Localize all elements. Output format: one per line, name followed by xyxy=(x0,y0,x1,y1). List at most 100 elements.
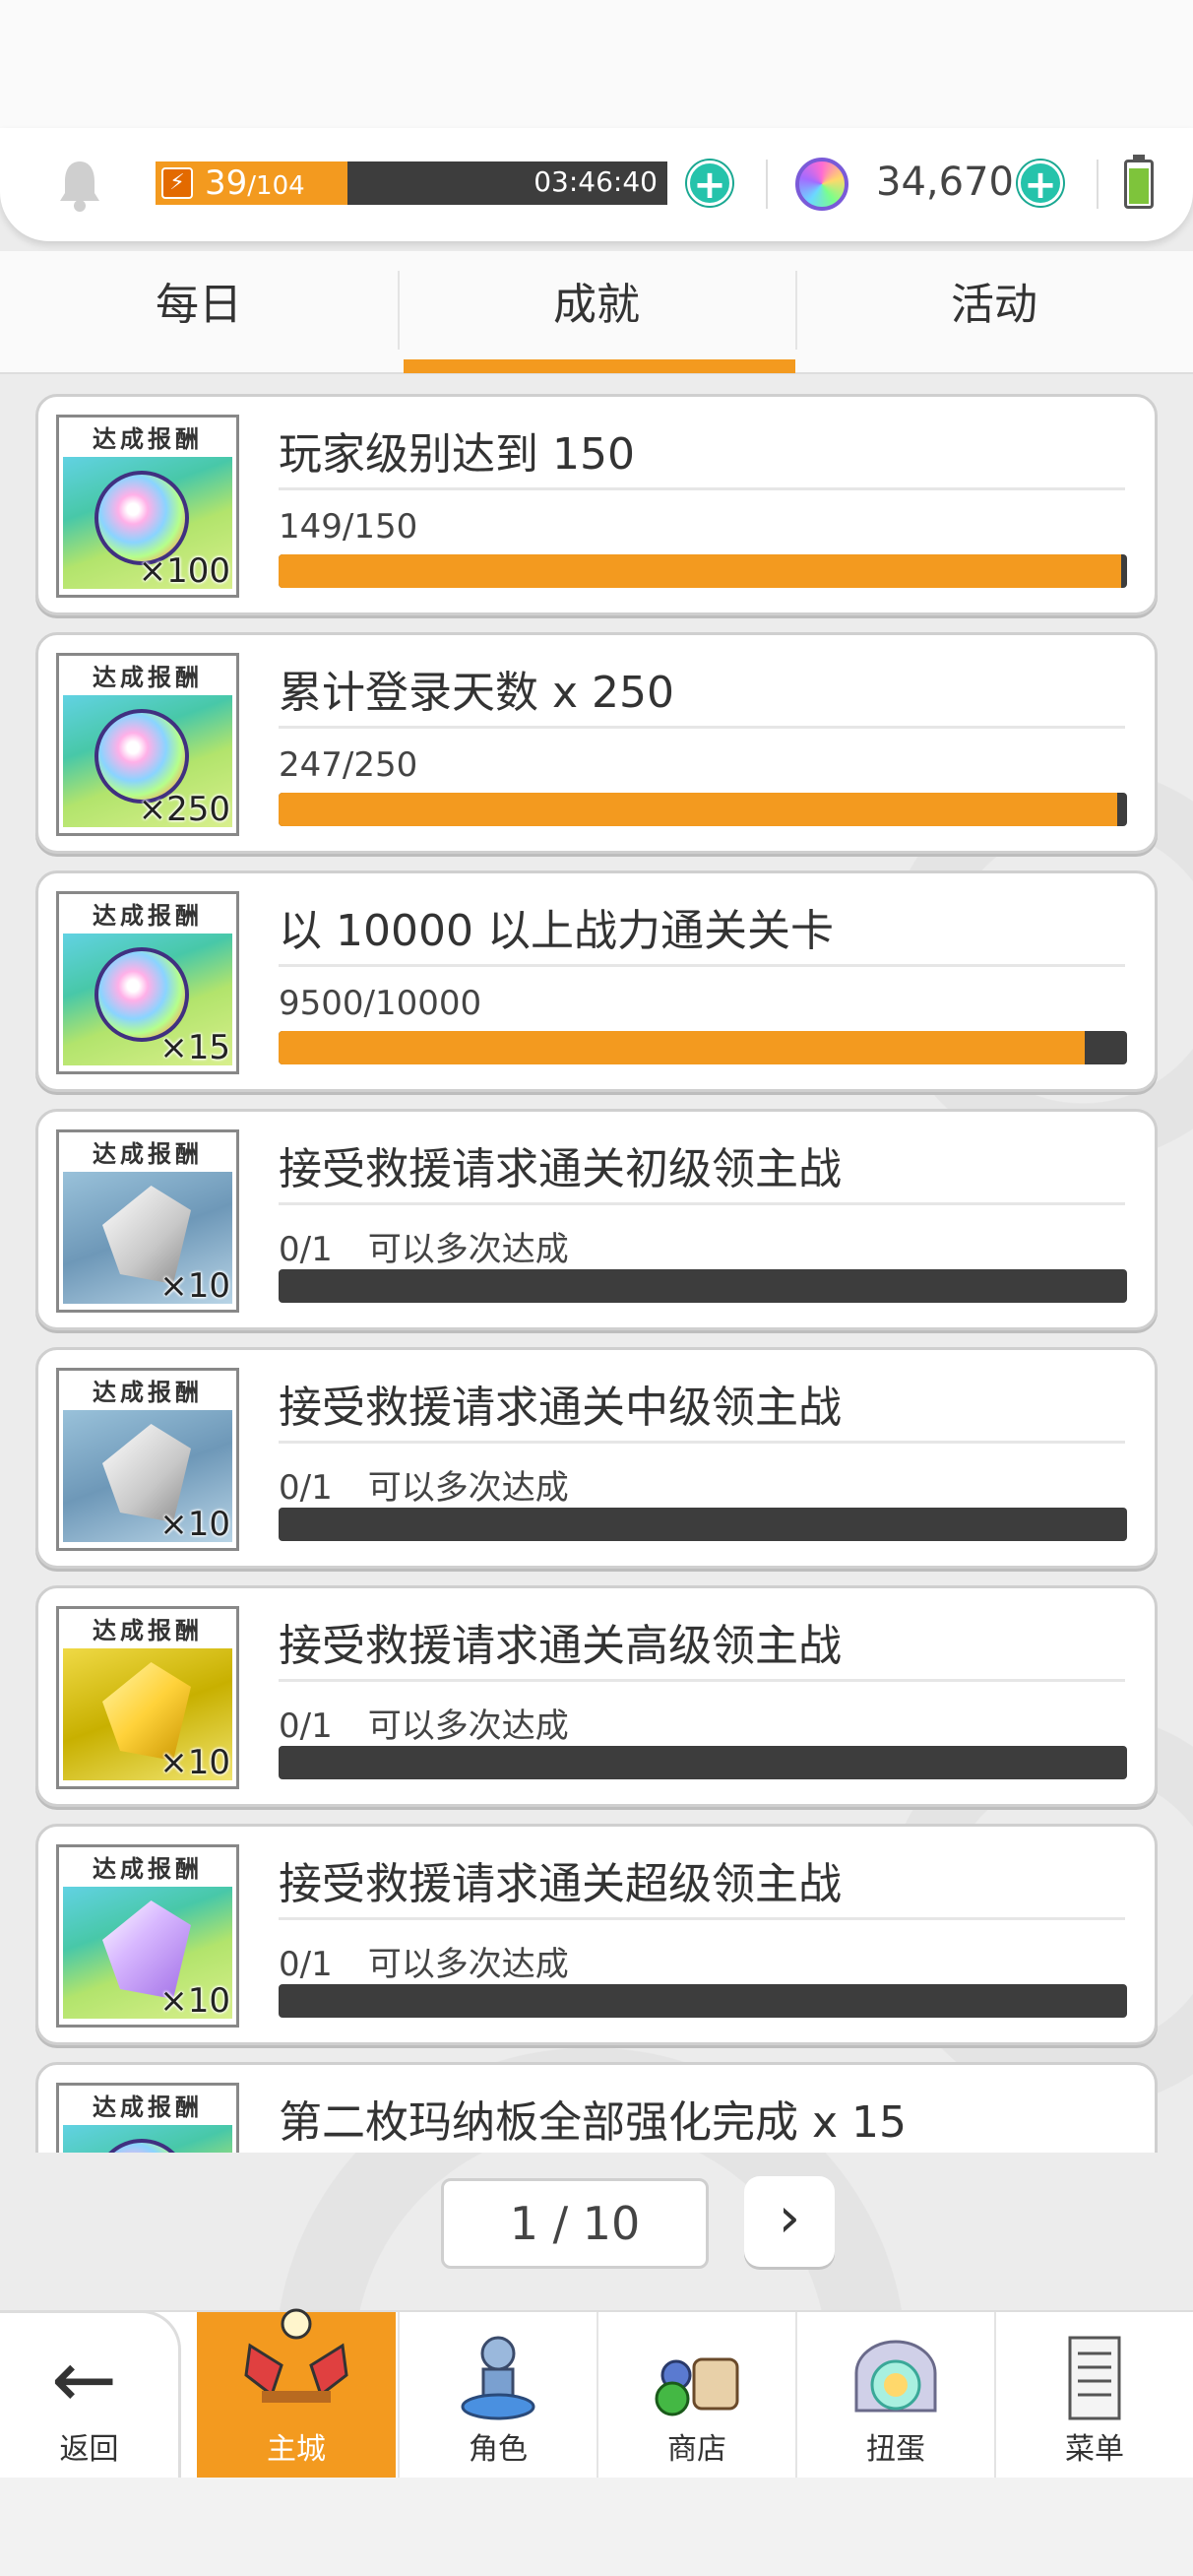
progress-text: 247/250 xyxy=(279,745,453,785)
progress-bar xyxy=(279,793,1127,826)
bell-icon[interactable] xyxy=(57,158,102,213)
achievement-title: 以 10000 以上战力通关关卡 xyxy=(279,906,834,956)
nav-label-gacha: 扭蛋 xyxy=(866,2432,925,2467)
progress-text: 9500/10000 xyxy=(279,984,517,1023)
achievement-list[interactable]: 达成报酬 ×100 玩家级别达到 150 149/150 达成报酬 ×250 累… xyxy=(0,384,1193,2153)
back-button[interactable]: ← 返回 xyxy=(0,2310,181,2479)
reward-quantity: ×10 xyxy=(159,1266,230,1306)
add-stamina-button[interactable]: + xyxy=(687,161,732,207)
progress-text: 0/1 可以多次达成 xyxy=(279,1937,569,1985)
back-label: 返回 xyxy=(59,2432,119,2467)
achievement-card[interactable]: 达成报酬 ×10 接受救援请求通关初级领主战 0/1 可以多次达成 xyxy=(35,1109,1158,1330)
reward-quantity: ×15 xyxy=(159,1028,230,1067)
progress-bar xyxy=(279,1269,1127,1303)
progress-text: 0/1 可以多次达成 xyxy=(279,1699,569,1747)
nav-label-shop: 商店 xyxy=(667,2432,726,2467)
reward-box: 达成报酬 ×250 xyxy=(56,653,239,836)
divider xyxy=(279,1441,1125,1444)
progress-note: 可以多次达成 xyxy=(367,1230,569,1269)
divider xyxy=(766,160,768,209)
achievement-card[interactable]: 达成报酬 ×100 玩家级别达到 150 149/150 xyxy=(35,394,1158,615)
divider xyxy=(279,1917,1125,1920)
reward-box: 达成报酬 ×100 xyxy=(56,415,239,598)
divider xyxy=(279,487,1125,490)
tab-daily[interactable]: 每日 xyxy=(0,251,398,374)
reward-banner: 达成报酬 xyxy=(63,421,232,457)
character-icon xyxy=(461,2336,535,2420)
reward-box: 达成报酬 xyxy=(56,2083,239,2153)
page-indicator: 1 / 10 xyxy=(441,2178,709,2269)
gem-count: 34,670 xyxy=(876,160,1014,205)
progress-bar xyxy=(279,1031,1127,1064)
progress-value: 247/250 xyxy=(279,745,418,785)
progress-bar xyxy=(279,1746,1127,1779)
gacha-icon xyxy=(854,2340,937,2413)
progress-note: 可以多次达成 xyxy=(367,1468,569,1508)
tab-achievements[interactable]: 成就 xyxy=(398,251,795,374)
tab-bar: 每日 成就 活动 xyxy=(0,251,1193,374)
achievement-card[interactable]: 达成报酬 ×10 接受救援请求通关高级领主战 0/1 可以多次达成 xyxy=(35,1585,1158,1807)
bottom-nav: ← 返回 主城 角色 商店 扭蛋 菜单 xyxy=(0,2308,1193,2479)
reward-box: 达成报酬 ×15 xyxy=(56,891,239,1074)
nav-item-menu[interactable]: 菜单 xyxy=(994,2312,1193,2479)
progress-value: 0/1 xyxy=(279,1230,333,1269)
nav-item-shop[interactable]: 商店 xyxy=(596,2312,795,2479)
reward-banner: 达成报酬 xyxy=(63,1375,232,1410)
achievement-title: 接受救援请求通关中级领主战 xyxy=(279,1383,842,1433)
achievement-card[interactable]: 达成报酬 ×250 累计登录天数 x 250 247/250 xyxy=(35,632,1158,854)
castle-icon xyxy=(244,2308,348,2403)
reward-banner: 达成报酬 xyxy=(63,1136,232,1172)
achievement-title: 接受救援请求通关超级领主战 xyxy=(279,1859,842,1909)
tab-events[interactable]: 活动 xyxy=(795,251,1193,374)
add-gems-button[interactable]: + xyxy=(1018,161,1063,207)
achievement-card[interactable]: 达成报酬 第二枚玛纳板全部强化完成 x 15 xyxy=(35,2062,1158,2153)
battery-icon xyxy=(1124,155,1154,209)
stamina-bar: ⚡ 39/104 03:46:40 xyxy=(156,161,667,205)
back-arrow-icon: ← xyxy=(51,2334,118,2425)
reward-quantity: ×250 xyxy=(138,790,230,829)
achievement-title: 接受救援请求通关高级领主战 xyxy=(279,1621,842,1671)
progress-value: 9500/10000 xyxy=(279,984,482,1023)
nav-label-home: 主城 xyxy=(267,2432,326,2467)
reward-box: 达成报酬 ×10 xyxy=(56,1606,239,1789)
achievement-title: 接受救援请求通关初级领主战 xyxy=(279,1144,842,1194)
progress-note: 可以多次达成 xyxy=(367,1945,569,1984)
top-blank-area xyxy=(0,0,1193,128)
achievement-card[interactable]: 达成报酬 ×15 以 10000 以上战力通关关卡 9500/10000 xyxy=(35,870,1158,1092)
progress-note: 可以多次达成 xyxy=(367,1707,569,1746)
shop-icon xyxy=(655,2357,739,2416)
gem-icon xyxy=(795,158,848,211)
pagination: 1 / 10 › xyxy=(0,2157,1193,2269)
next-page-button[interactable]: › xyxy=(744,2176,835,2267)
progress-text: 149/150 xyxy=(279,507,453,547)
achievement-card[interactable]: 达成报酬 ×10 接受救援请求通关超级领主战 0/1 可以多次达成 xyxy=(35,1824,1158,2045)
progress-value: 0/1 xyxy=(279,1707,333,1746)
progress-text: 0/1 可以多次达成 xyxy=(279,1460,569,1509)
reward-quantity: ×10 xyxy=(159,1743,230,1782)
divider xyxy=(279,726,1125,729)
progress-bar xyxy=(279,554,1127,588)
progress-value: 149/150 xyxy=(279,507,418,547)
progress-bar-fill xyxy=(279,793,1117,826)
reward-banner: 达成报酬 xyxy=(63,2090,232,2125)
nav-item-home[interactable]: 主城 xyxy=(197,2308,396,2479)
nav-item-character[interactable]: 角色 xyxy=(398,2312,596,2479)
achievement-card[interactable]: 达成报酬 ×10 接受救援请求通关中级领主战 0/1 可以多次达成 xyxy=(35,1347,1158,1569)
reward-banner: 达成报酬 xyxy=(63,1613,232,1648)
nav-item-gacha[interactable]: 扭蛋 xyxy=(795,2312,994,2479)
progress-value: 0/1 xyxy=(279,1945,333,1984)
system-bar-area xyxy=(0,2478,1193,2576)
divider xyxy=(279,1202,1125,1205)
reward-quantity: ×10 xyxy=(159,1505,230,1544)
chevron-right-icon: › xyxy=(778,2186,801,2250)
reward-quantity: ×10 xyxy=(159,1981,230,2021)
progress-text: 0/1 可以多次达成 xyxy=(279,1222,569,1270)
active-tab-indicator xyxy=(404,359,795,373)
status-bar: ⚡ 39/104 03:46:40 + 34,670 + xyxy=(0,128,1193,241)
reward-box: 达成报酬 ×10 xyxy=(56,1368,239,1551)
achievement-title: 玩家级别达到 150 xyxy=(279,429,635,480)
reward-banner: 达成报酬 xyxy=(63,660,232,695)
lightning-icon: ⚡ xyxy=(161,167,193,199)
divider xyxy=(279,964,1125,967)
reward-box: 达成报酬 ×10 xyxy=(56,1129,239,1313)
